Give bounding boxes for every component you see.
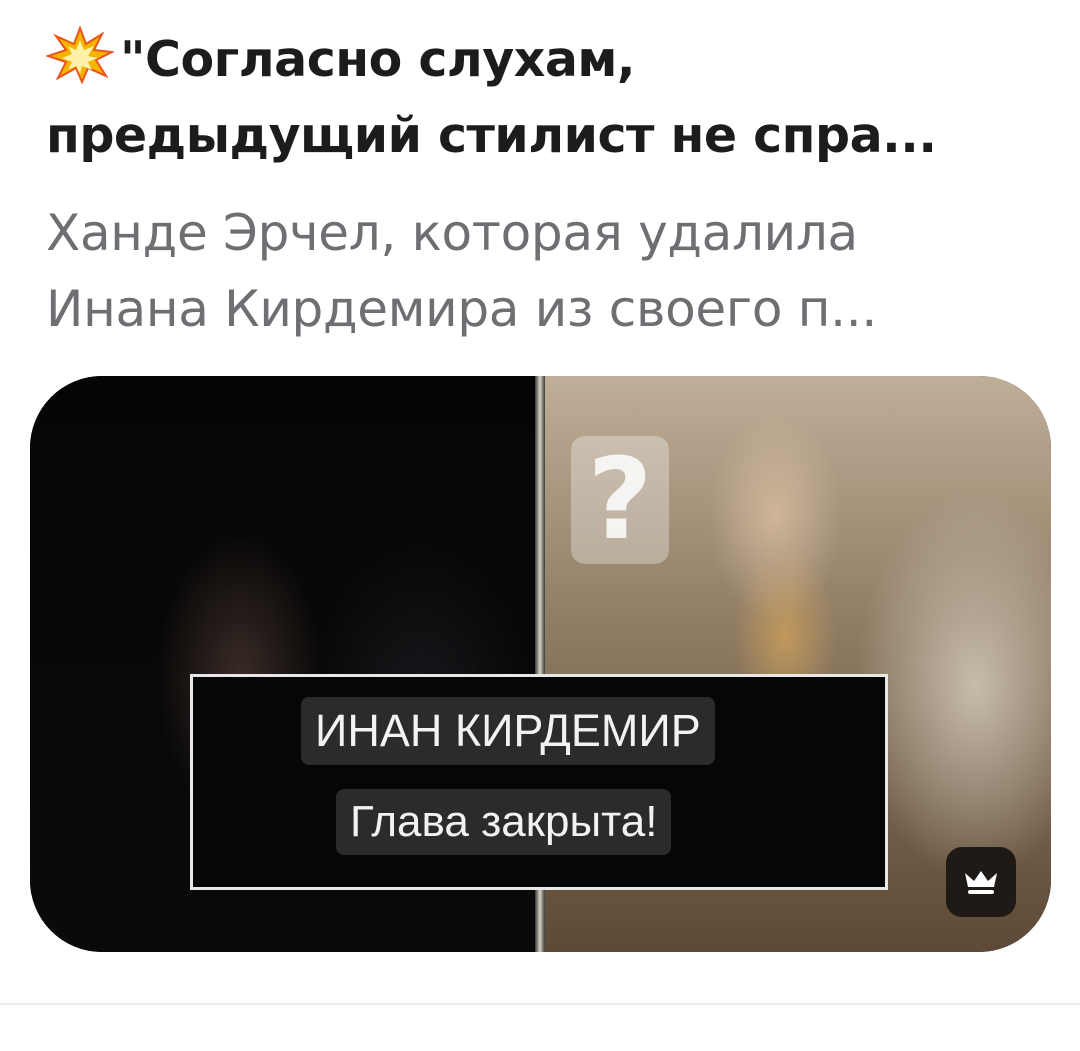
- article-card[interactable]: "Согласно слухам, предыдущий стилист не …: [0, 0, 1080, 1051]
- article-thumbnail[interactable]: ? ИНАН КИРДЕМИР Глава закрыта!: [30, 376, 1051, 952]
- caption-subtitle: Глава закрыта!: [336, 789, 672, 855]
- article-subtitle: Ханде Эрчел, которая удалила Инана Кирде…: [46, 195, 1046, 347]
- headline-line-2: предыдущий стилист не спра...: [46, 107, 937, 164]
- caption-name: ИНАН КИРДЕМИР: [301, 697, 715, 765]
- headline-line-1: "Согласно слухам,: [46, 22, 1046, 98]
- thumbnail-caption: ИНАН КИРДЕМИР Глава закрыта!: [190, 674, 888, 890]
- headline-text-1: "Согласно слухам,: [120, 31, 636, 88]
- collision-icon: [46, 26, 114, 84]
- feed-divider: [0, 1003, 1080, 1005]
- subtitle-line-2: Инана Кирдемира из своего п...: [46, 280, 877, 338]
- premium-badge[interactable]: [946, 847, 1016, 917]
- article-headline[interactable]: "Согласно слухам, предыдущий стилист не …: [46, 22, 1046, 174]
- crown-icon: [965, 871, 997, 894]
- subtitle-line-1: Ханде Эрчел, которая удалила: [46, 204, 858, 262]
- question-mark-icon: ?: [571, 436, 669, 564]
